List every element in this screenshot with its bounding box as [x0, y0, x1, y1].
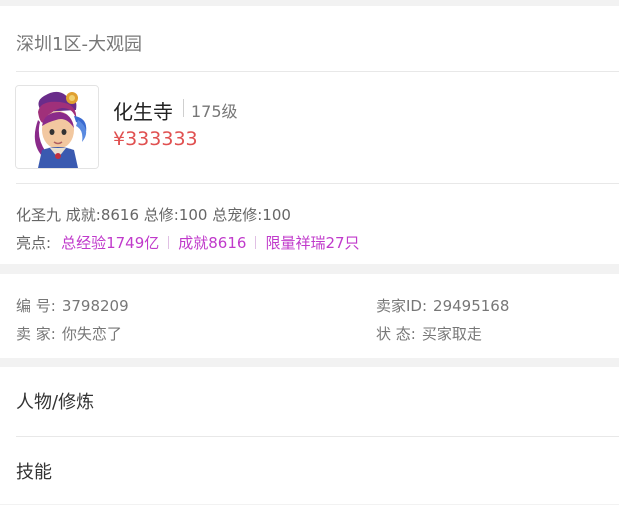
section-character-cultivation[interactable]: 人物/修炼 — [0, 367, 619, 435]
seller-value: 你失恋了 — [61, 325, 122, 343]
listing-number-value: 3798209 — [61, 297, 129, 315]
status: 状 态: 买家取走 — [376, 323, 482, 344]
character-stats: 化圣九 成就:8616 总修:100 总宠修:100 — [16, 206, 291, 224]
status-value: 买家取走 — [421, 325, 482, 343]
seller-label: 卖 家: — [16, 325, 56, 343]
character-level: 175级 — [191, 102, 238, 121]
section-label: 人物/修炼 — [16, 392, 95, 413]
seller-id-label: 卖家ID: — [376, 297, 428, 315]
highlight-separator — [255, 236, 257, 249]
listing-number-label: 编 号: — [16, 297, 56, 315]
highlight-tag: 限量祥瑞27只 — [265, 234, 360, 252]
section-list: 人物/修炼 技能 — [0, 367, 619, 504]
listing-number: 编 号: 3798209 — [16, 295, 129, 316]
listing-summary-card: 深圳1区-大观园 化生寺 175级 ¥333333 化圣九 成就:8616 总修… — [0, 6, 619, 264]
highlight-tag: 成就8616 — [178, 234, 247, 252]
server-name: 深圳1区-大观园 — [16, 34, 142, 55]
section-skills[interactable]: 技能 — [0, 437, 619, 505]
highlights: 亮点: 总经验1749亿 成就8616 限量祥瑞27只 — [16, 232, 360, 253]
price: ¥333333 — [113, 128, 198, 150]
character-portrait-image — [16, 86, 98, 168]
status-label: 状 态: — [376, 325, 416, 343]
highlights-label: 亮点: — [16, 234, 52, 252]
character-name: 化生寺 — [113, 100, 173, 124]
divider — [16, 183, 619, 184]
seller-id: 卖家ID: 29495168 — [376, 295, 509, 316]
seller-id-value: 29495168 — [433, 297, 510, 315]
level-separator — [183, 99, 184, 117]
divider — [16, 71, 619, 72]
seller: 卖 家: 你失恋了 — [16, 323, 122, 344]
listing-details-card: 编 号: 3798209 卖家ID: 29495168 卖 家: 你失恋了 状 态: 买… — [0, 274, 619, 358]
highlight-tag: 总经验1749亿 — [61, 234, 160, 252]
character-avatar[interactable] — [15, 85, 99, 169]
highlight-separator — [168, 236, 170, 249]
section-label: 技能 — [16, 462, 52, 483]
